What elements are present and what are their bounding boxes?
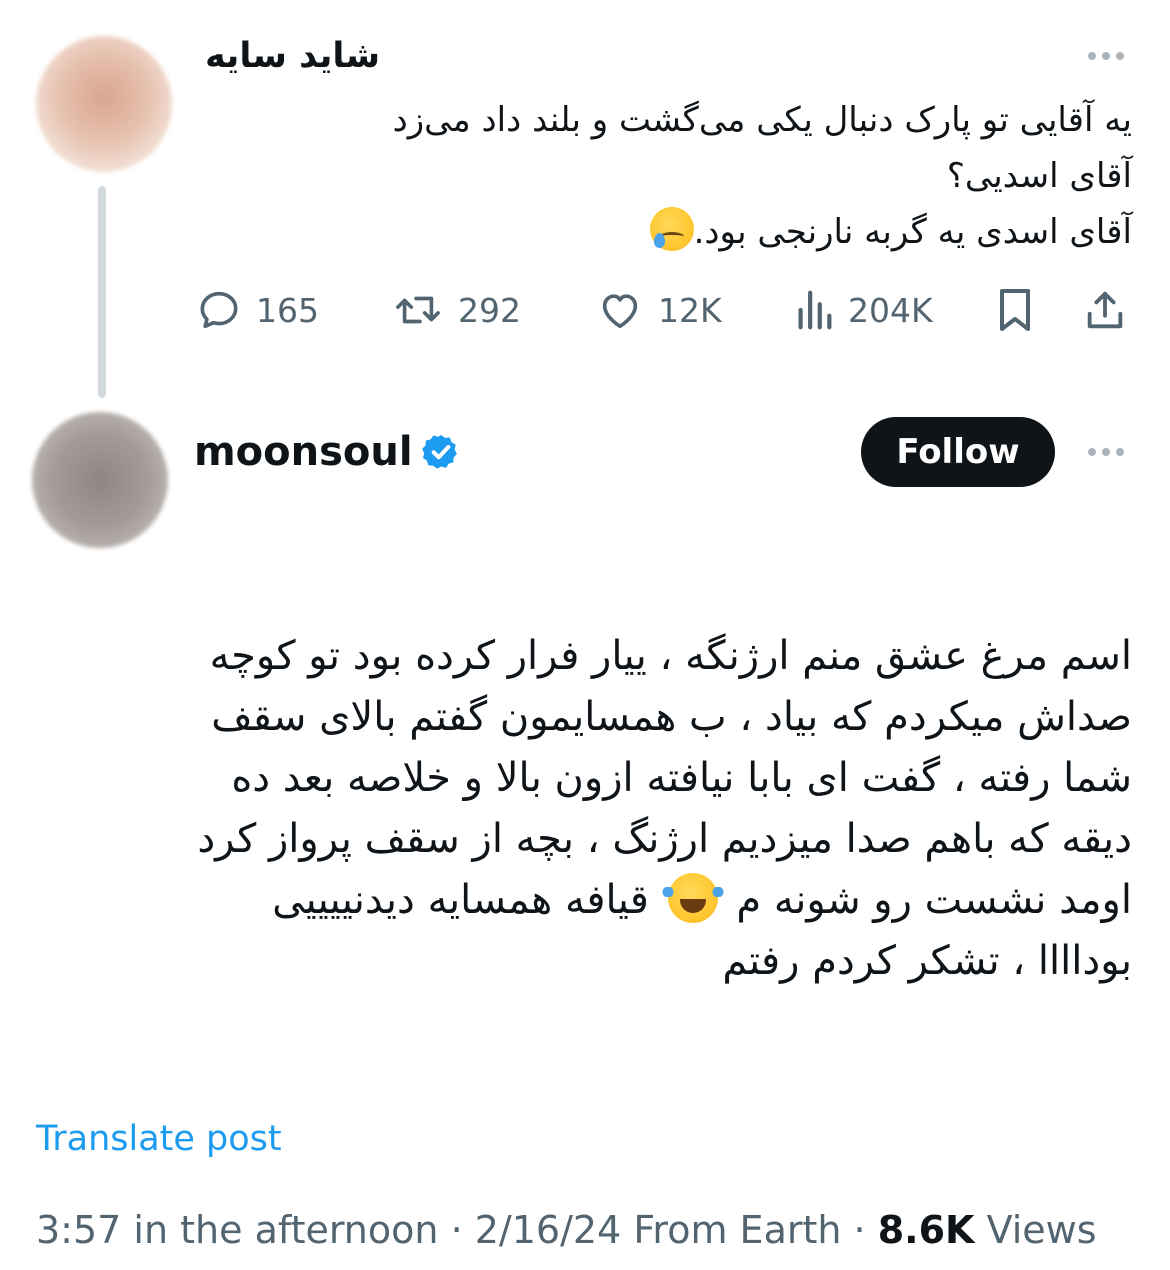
main-text-line: اومد نشست رو شونه م قیافه همسایه دیدنییی… xyxy=(42,870,1132,931)
main-author-header: moonsoul xyxy=(194,426,461,478)
main-text-line: بوداااا ، تشکر کردم رفتم xyxy=(722,938,1132,984)
repost-icon xyxy=(396,296,440,324)
parent-text-line-content: آقای اسدی یه گربه نارنجی بود. xyxy=(693,212,1132,252)
face-with-tears-of-joy-emoji-icon xyxy=(661,873,724,923)
bookmark-button[interactable] xyxy=(994,282,1036,338)
face-holding-back-tears-emoji-icon xyxy=(649,207,694,251)
repost-button[interactable]: 292 xyxy=(392,282,521,338)
main-text-line: اسم مرغ عشق منم ارژنگه ، ییار فرار کرده … xyxy=(209,633,1132,679)
parent-text-line: آقای اسدیی؟ xyxy=(946,156,1132,196)
tweet-source: From Earth xyxy=(633,1208,842,1252)
tweet-views-count: 8.6K xyxy=(877,1208,975,1252)
bookmark-icon xyxy=(1000,289,1030,331)
views-button[interactable]: 204K xyxy=(794,282,933,338)
reply-count: 165 xyxy=(256,290,319,330)
reply-button[interactable]: 165 xyxy=(196,282,319,338)
parent-text-line: یه آقایی تو پارک دنبال یکی می‌گشت و بلند… xyxy=(392,100,1132,140)
parent-more-options-icon[interactable] xyxy=(1088,52,1124,60)
follow-button[interactable]: Follow xyxy=(861,417,1055,487)
heart-icon xyxy=(602,294,638,329)
parent-text-line: آقای اسدی یه گربه نارنجی بود. xyxy=(232,204,1132,260)
reply-icon xyxy=(200,291,238,329)
main-tweet-text: اسم مرغ عشق منم ارژنگه ، ییار فرار کرده … xyxy=(42,626,1132,992)
main-author-name[interactable]: moonsoul xyxy=(194,426,413,478)
share-button[interactable] xyxy=(1082,282,1128,338)
tweet-date[interactable]: 2/16/24 xyxy=(475,1208,622,1252)
analytics-icon xyxy=(798,290,832,330)
main-text-line: صداش میکردم که بیاد ، ب همسایمون گفتم با… xyxy=(211,694,1132,740)
views-count: 204K xyxy=(848,290,933,330)
repost-count: 292 xyxy=(458,290,521,330)
like-button[interactable]: 12K xyxy=(596,282,722,338)
share-icon xyxy=(1087,291,1123,329)
main-author-avatar[interactable] xyxy=(32,412,168,548)
parent-author-name[interactable]: شاید سایه xyxy=(205,30,380,82)
tweet-views-label: Views xyxy=(986,1208,1097,1252)
main-text-segment: اومد نشست رو شونه م xyxy=(736,877,1132,923)
parent-author-avatar[interactable] xyxy=(36,36,172,172)
main-more-options-icon[interactable] xyxy=(1088,448,1124,456)
main-text-line: دیقه که باهم صدا میزدیم ارژنگ ، بچه از س… xyxy=(197,816,1132,862)
main-text-line: شما رفته ، گفت ای بابا نیافته ازون بالا … xyxy=(231,755,1132,801)
tweet-time[interactable]: 3:57 in the afternoon xyxy=(36,1208,438,1252)
verified-badge-icon xyxy=(421,435,457,469)
translate-post-link[interactable]: Translate post xyxy=(36,1114,282,1164)
parent-tweet-text: یه آقایی تو پارک دنبال یکی می‌گشت و بلند… xyxy=(232,92,1132,260)
like-count: 12K xyxy=(658,290,722,330)
tweet-metadata: 3:57 in the afternoon · 2/16/24 From Ear… xyxy=(36,1208,1097,1252)
thread-connector-line xyxy=(98,186,106,398)
main-text-segment: قیافه همسایه دیدنییییی xyxy=(272,877,649,923)
